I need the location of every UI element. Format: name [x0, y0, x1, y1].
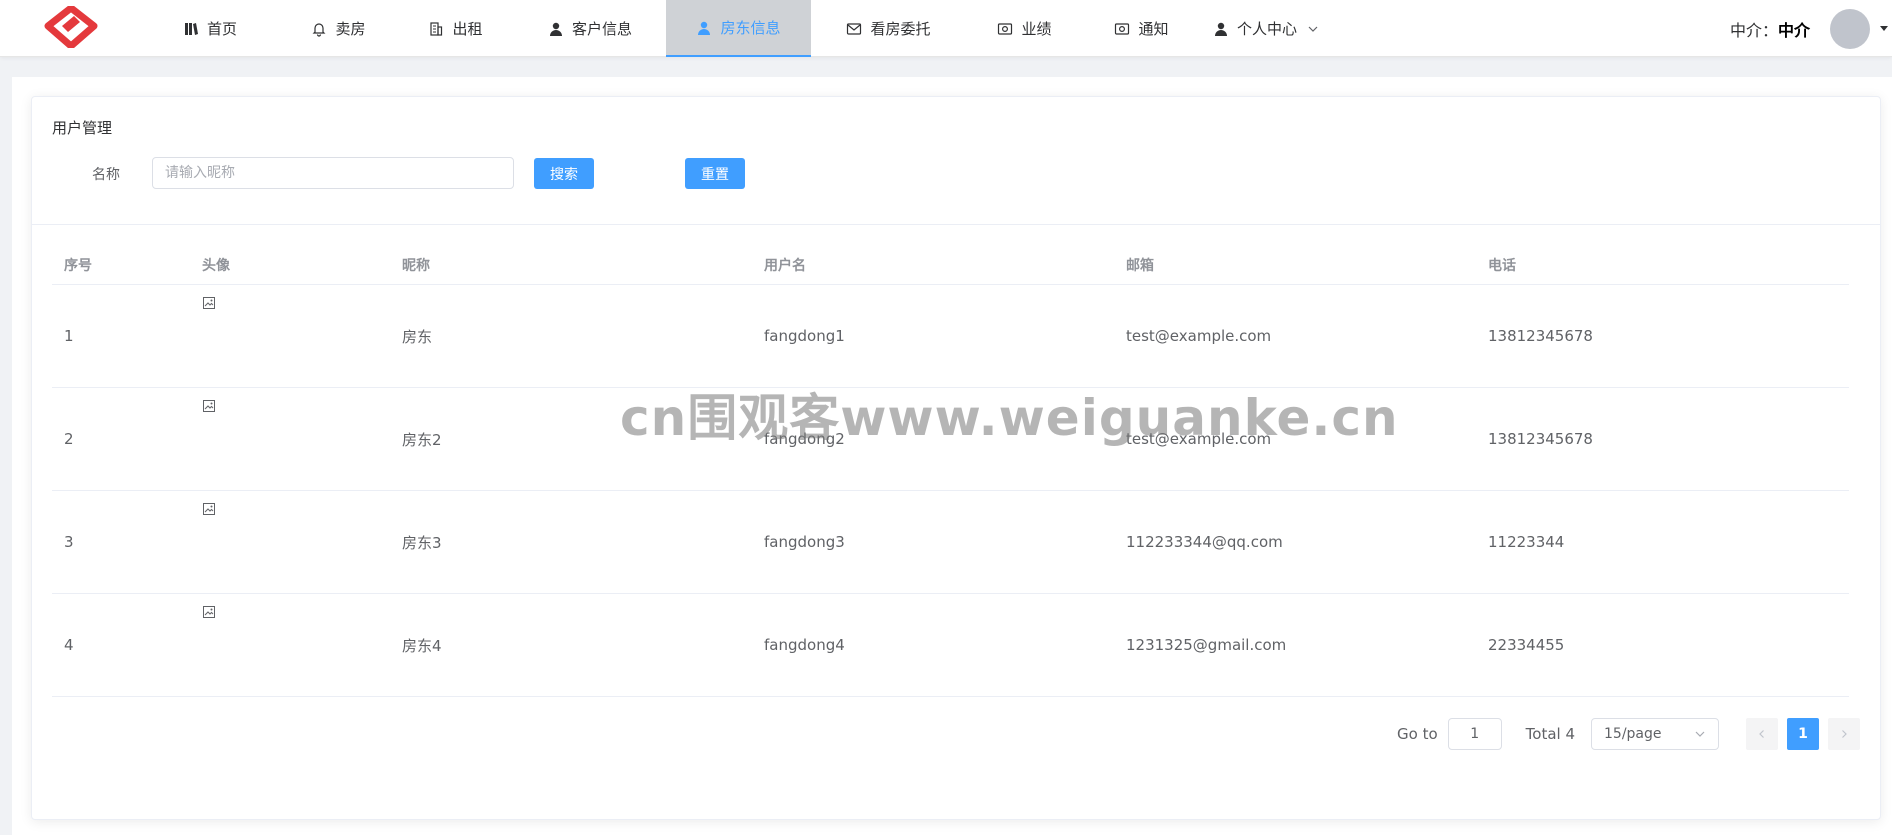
- money-icon: [1114, 21, 1138, 37]
- mail-icon: [846, 21, 870, 37]
- goto-label: Go to: [1397, 725, 1438, 743]
- cell-index: 2: [64, 430, 74, 448]
- cell-phone: 13812345678: [1488, 430, 1593, 448]
- cell-username: fangdong2: [764, 430, 845, 448]
- image-placeholder-icon: [203, 503, 215, 515]
- cell-index: 3: [64, 533, 74, 551]
- cell-nickname: 房东: [402, 327, 433, 346]
- cell-email: test@example.com: [1126, 327, 1272, 345]
- cell-username: fangdong3: [764, 533, 845, 551]
- nav-item-label: 房东信息: [720, 19, 781, 37]
- main-nav: 首页 卖房 出租 客户信息 房东信息 看房委托 业绩 通知 个人中心: [140, 0, 1332, 57]
- header-index: 序号: [64, 257, 92, 274]
- nav-item-4[interactable]: 房东信息: [666, 0, 811, 57]
- image-placeholder-icon: [203, 400, 215, 412]
- cell-avatar: [202, 491, 402, 593]
- table-row[interactable]: 1 房东 fangdong1 test@example.com 13812345678: [52, 285, 1849, 388]
- table-row[interactable]: 2 房东2 fangdong2 test@example.com 13812345678: [52, 388, 1849, 491]
- user-area[interactable]: 中介：中介: [1730, 0, 1892, 57]
- header-phone: 电话: [1488, 257, 1516, 274]
- nav-item-label: 业绩: [1021, 20, 1052, 38]
- divider: [32, 224, 1880, 225]
- money-icon: [997, 21, 1021, 37]
- table-row[interactable]: 4 房东4 fangdong4 1231325@gmail.com 22334455: [52, 594, 1849, 697]
- cell-username: fangdong4: [764, 636, 845, 654]
- nav-item-0[interactable]: 首页: [140, 0, 280, 57]
- nav-item-8[interactable]: 个人中心: [1200, 0, 1332, 57]
- nav-item-label: 卖房: [335, 20, 366, 38]
- cell-avatar: [202, 388, 402, 490]
- name-label: 名称: [92, 167, 120, 183]
- nav-item-1[interactable]: 卖房: [280, 0, 397, 57]
- nav-item-6[interactable]: 业绩: [966, 0, 1083, 57]
- nav-item-label: 出租: [452, 20, 483, 38]
- cell-phone: 22334455: [1488, 636, 1565, 654]
- chevron-left-icon: [1759, 730, 1764, 738]
- logo-icon[interactable]: [44, 6, 98, 48]
- nav-item-5[interactable]: 看房委托: [811, 0, 966, 57]
- reset-button[interactable]: 重置: [685, 158, 745, 189]
- cell-phone: 13812345678: [1488, 327, 1593, 345]
- next-page-button[interactable]: [1828, 718, 1860, 750]
- header-username: 用户名: [764, 257, 806, 274]
- nav-item-label: 个人中心: [1236, 20, 1297, 38]
- top-navbar: 首页 卖房 出租 客户信息 房东信息 看房委托 业绩 通知 个人中心 中介：中介: [0, 0, 1892, 57]
- user-table: 序号 头像 昵称 用户名 邮箱 电话 1 房东 fangdong1 test@exam…: [52, 245, 1849, 697]
- main-content: 用户管理 名称 搜索 重置 序号 头像 昵称 用户名 邮箱 电话 1 房东 fang…: [12, 77, 1892, 835]
- cell-email: 112233344@qq.com: [1126, 533, 1283, 551]
- user-role-prefix: 中介：: [1729, 20, 1778, 40]
- table-body: 1 房东 fangdong1 test@example.com 13812345678 2…: [52, 285, 1849, 697]
- user-label: 中介：中介: [1730, 17, 1810, 41]
- image-placeholder-icon: [203, 297, 215, 309]
- nickname-search-input[interactable]: [152, 157, 514, 189]
- book-icon: [183, 21, 207, 37]
- nav-item-7[interactable]: 通知: [1083, 0, 1200, 57]
- chevron-right-icon: [1842, 730, 1847, 738]
- bell-icon: [311, 21, 335, 37]
- cell-email: 1231325@gmail.com: [1126, 636, 1287, 654]
- page-size-select[interactable]: 15/page: [1591, 718, 1719, 750]
- page-size-value: 15/page: [1604, 726, 1662, 742]
- chevron-down-icon: [1297, 23, 1319, 35]
- user-management-card: 用户管理 名称 搜索 重置 序号 头像 昵称 用户名 邮箱 电话 1 房东 fang…: [31, 96, 1881, 820]
- table-row[interactable]: 3 房东3 fangdong3 112233344@qq.com 11223344: [52, 491, 1849, 594]
- page-number-current[interactable]: 1: [1787, 718, 1819, 750]
- header-avatar: 头像: [202, 257, 230, 274]
- header-email: 邮箱: [1126, 257, 1154, 274]
- user-icon: [696, 20, 720, 36]
- cell-nickname: 房东3: [402, 533, 442, 552]
- search-form: 名称 搜索 重置: [52, 157, 852, 189]
- avatar[interactable]: [1830, 8, 1870, 49]
- nav-item-label: 通知: [1138, 20, 1169, 38]
- chevron-down-icon: [1695, 731, 1705, 737]
- cell-nickname: 房东2: [402, 430, 442, 449]
- user-name: 中介: [1777, 20, 1810, 40]
- nav-item-label: 客户信息: [571, 20, 632, 38]
- cell-nickname: 房东4: [402, 636, 442, 655]
- nav-item-3[interactable]: 客户信息: [514, 0, 666, 57]
- cell-index: 1: [64, 327, 74, 345]
- caret-down-icon[interactable]: [1880, 26, 1888, 31]
- nav-item-label: 首页: [206, 20, 237, 38]
- search-button[interactable]: 搜索: [534, 158, 594, 189]
- cell-index: 4: [64, 636, 74, 654]
- user-icon: [548, 21, 572, 37]
- cell-phone: 11223344: [1488, 533, 1565, 551]
- cell-avatar: [202, 594, 402, 696]
- prev-page-button[interactable]: [1746, 718, 1778, 750]
- image-placeholder-icon: [203, 606, 215, 618]
- cell-username: fangdong1: [764, 327, 845, 345]
- header-nickname: 昵称: [402, 257, 430, 274]
- building-icon: [428, 21, 452, 37]
- card-title: 用户管理: [52, 119, 113, 137]
- cell-avatar: [202, 285, 402, 387]
- user-icon: [1213, 21, 1237, 37]
- cell-email: test@example.com: [1126, 430, 1272, 448]
- table-header: 序号 头像 昵称 用户名 邮箱 电话: [52, 245, 1849, 285]
- nav-item-2[interactable]: 出租: [397, 0, 514, 57]
- pagination: Go to Total 4 15/page 1: [1397, 718, 1860, 750]
- total-count: Total 4: [1525, 725, 1575, 743]
- nav-item-label: 看房委托: [870, 20, 931, 38]
- goto-page-input[interactable]: [1447, 718, 1502, 750]
